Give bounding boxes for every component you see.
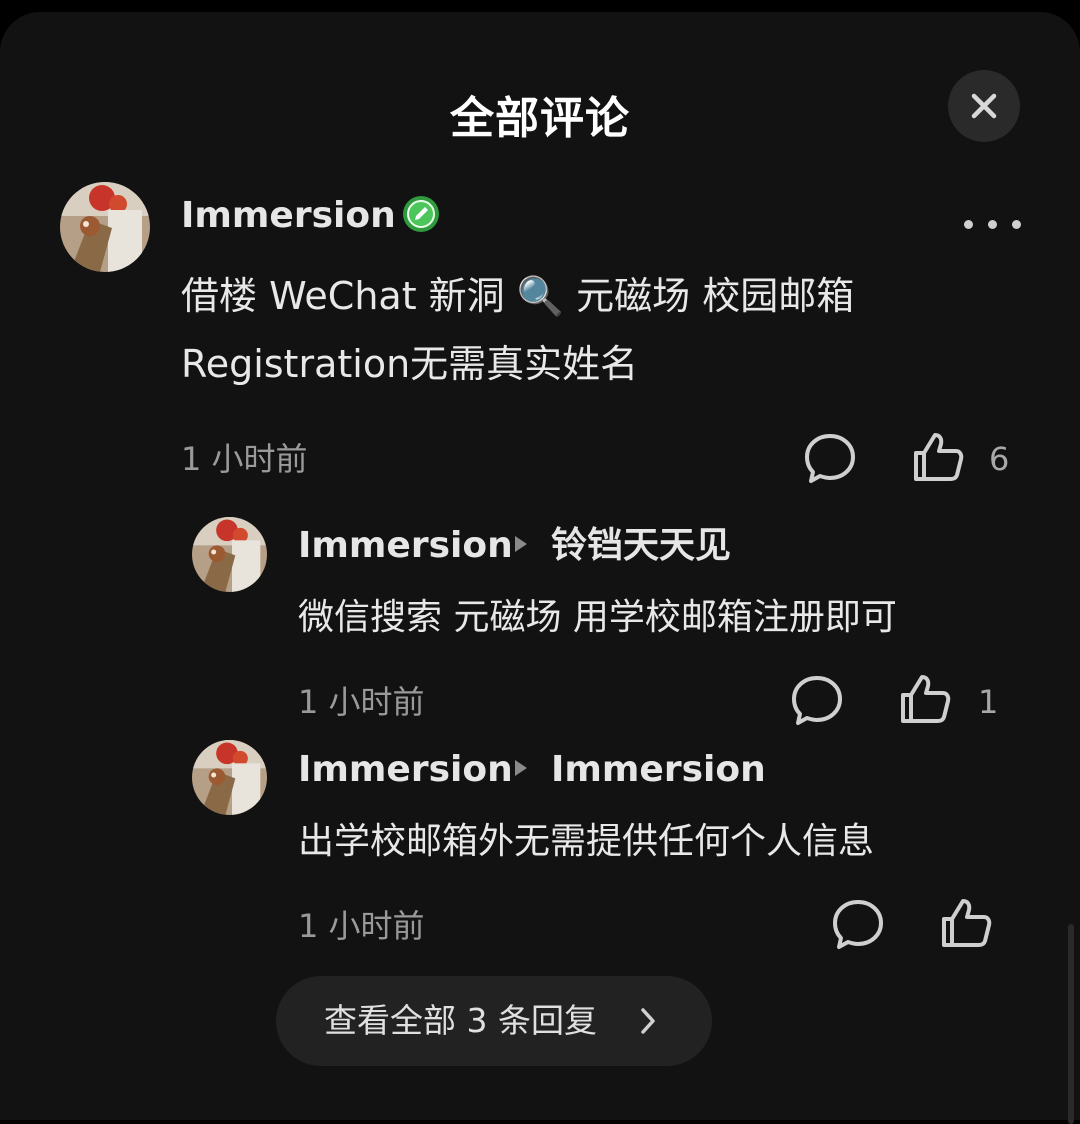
view-all-replies-label: 查看全部 3 条回复 (324, 1001, 597, 1040)
like-count: 6 (989, 440, 1010, 478)
avatar[interactable] (60, 182, 150, 272)
reply-text: 出学校邮箱外无需提供任何个人信息 (298, 821, 875, 862)
close-button[interactable] (948, 70, 1020, 142)
thumbs-up-icon[interactable] (897, 671, 953, 727)
reply-time: 1 小时前 (298, 907, 425, 945)
reply-author[interactable]: Immersion (298, 748, 513, 792)
avatar[interactable] (192, 517, 267, 592)
like-count: 1 (978, 683, 999, 721)
comment-author[interactable]: Immersion (181, 194, 396, 238)
comment-bubble-icon[interactable] (790, 674, 844, 728)
comment-text-line-2: Registration无需真实姓名 (181, 342, 639, 386)
verified-badge-icon (403, 196, 439, 232)
comments-sheet: 全部评论 Immersion 借楼 WeChat 新洞 🔍 元磁场 校园邮箱 R… (0, 12, 1080, 1124)
comment-text: 借楼 WeChat 新洞 🔍 元磁场 校园邮箱 Registration无需真实… (181, 262, 854, 398)
thumbs-up-icon[interactable] (910, 429, 966, 485)
reply-to-user[interactable]: Immersion (551, 748, 766, 792)
scrollbar[interactable] (1068, 924, 1074, 1124)
reply-time: 1 小时前 (298, 683, 425, 721)
reply-arrow-icon (515, 760, 527, 776)
reply-to-user[interactable]: 铃铛天天见 (551, 524, 731, 568)
more-options-button[interactable] (958, 210, 1028, 240)
avatar[interactable] (192, 740, 267, 815)
chevron-right-icon (641, 1008, 655, 1034)
comment-text-line-1: 借楼 WeChat 新洞 🔍 元磁场 校园邮箱 (181, 274, 855, 318)
comment-time: 1 小时前 (181, 440, 308, 478)
reply-text: 微信搜索 元磁场 用学校邮箱注册即可 (298, 597, 897, 638)
comment-bubble-icon[interactable] (831, 898, 885, 952)
reply-arrow-icon (515, 536, 527, 552)
close-icon (971, 93, 997, 119)
comment-bubble-icon[interactable] (803, 432, 857, 486)
page-title: 全部评论 (450, 93, 630, 144)
thumbs-up-icon[interactable] (938, 895, 994, 951)
view-all-replies-button[interactable]: 查看全部 3 条回复 (276, 976, 712, 1066)
reply-author[interactable]: Immersion (298, 524, 513, 568)
